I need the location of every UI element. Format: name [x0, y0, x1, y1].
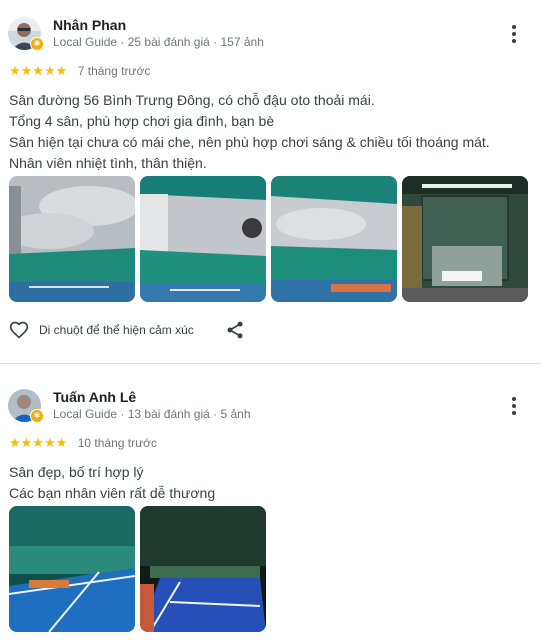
review-photo[interactable]	[9, 176, 135, 302]
review-text-line: Nhân viên nhiệt tình, thân thiện.	[9, 155, 207, 171]
review-header: ✱ Nhân Phan Local Guide · 25 bài đánh gi…	[8, 15, 538, 55]
review-text-line: Sân đường 56 Bình Trưng Đông, có chỗ đậu…	[9, 92, 375, 108]
rating-row: ★★★★★ 7 tháng trước	[9, 62, 151, 78]
photo-count: 5 ảnh	[220, 407, 251, 421]
heart-outline-icon[interactable]	[9, 320, 29, 340]
reviewer-name[interactable]: Nhân Phan	[53, 17, 126, 33]
review-actions: Di chuột để thể hiện cảm xúc	[9, 320, 529, 342]
reviewer-meta: Local Guide · 25 bài đánh giá · 157 ảnh	[53, 35, 264, 49]
local-guide-badge-icon: ✱	[30, 37, 44, 51]
review-text-line: Các bạn nhân viên rất dễ thương	[9, 485, 216, 501]
review-photo[interactable]	[9, 506, 135, 632]
review-divider	[0, 363, 541, 364]
review-header: ✱ Tuấn Anh Lê Local Guide · 13 bài đánh …	[8, 387, 538, 427]
share-icon[interactable]	[225, 320, 245, 340]
review-text-line: Sân đẹp, bố trí hợp lý	[9, 464, 144, 480]
review-count: 25 bài đánh giá	[127, 35, 210, 49]
review-text: Sân đẹp, bố trí hợp lý Các bạn nhân viên…	[9, 462, 529, 504]
rating-row: ★★★★★ 10 tháng trước	[9, 434, 158, 450]
local-guide-label: Local Guide	[53, 407, 118, 421]
reviewer-name[interactable]: Tuấn Anh Lê	[53, 389, 136, 405]
meta-separator: ·	[120, 407, 125, 421]
react-label: Di chuột để thể hiện cảm xúc	[39, 323, 194, 337]
local-guide-badge-icon: ✱	[30, 409, 44, 423]
star-rating: ★★★★★	[9, 434, 68, 450]
meta-separator: ·	[120, 35, 125, 49]
meta-separator: ·	[213, 35, 218, 49]
review-text: Sân đường 56 Bình Trưng Đông, có chỗ đậu…	[9, 90, 529, 174]
review-time: 10 tháng trước	[77, 435, 158, 450]
review-text-line: Tổng 4 sân, phù hợp chơi gia đình, bạn b…	[9, 113, 275, 129]
review-photo[interactable]	[402, 176, 528, 302]
star-rating: ★★★★★	[9, 62, 68, 78]
review-photo[interactable]	[271, 176, 397, 302]
review-text-line: Sân hiện tại chưa có mái che, nên phù hợ…	[9, 134, 490, 150]
review-time: 7 tháng trước	[77, 63, 151, 78]
review-photo[interactable]	[140, 176, 266, 302]
local-guide-label: Local Guide	[53, 35, 118, 49]
reviewer-meta: Local Guide · 13 bài đánh giá · 5 ảnh	[53, 407, 251, 421]
review-photo[interactable]	[140, 506, 266, 632]
more-vert-icon[interactable]	[502, 23, 526, 47]
photo-count: 157 ảnh	[220, 35, 264, 49]
meta-separator: ·	[213, 407, 218, 421]
review-count: 13 bài đánh giá	[127, 407, 210, 421]
more-vert-icon[interactable]	[502, 395, 526, 419]
